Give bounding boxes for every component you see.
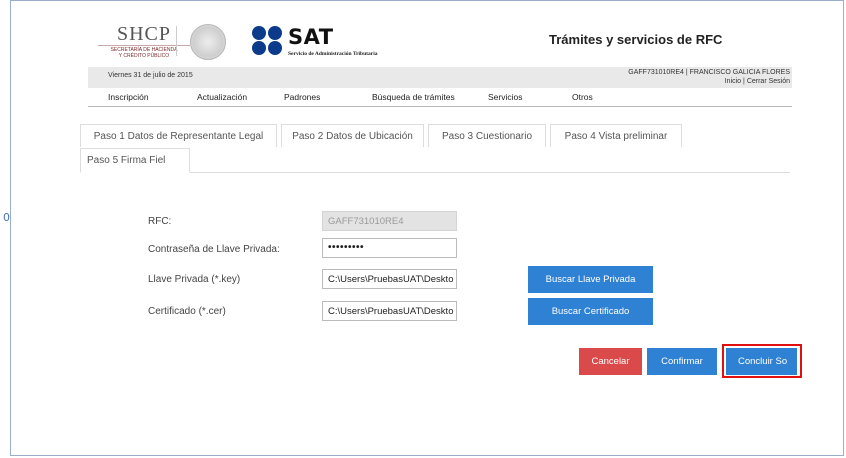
menu-item-actualizacion[interactable]: Actualización	[197, 92, 247, 102]
sat-dots-icon	[252, 26, 286, 56]
tab-baseline	[190, 172, 790, 173]
left-edge-mark: 0	[3, 211, 10, 224]
tab-paso-5[interactable]: Paso 5 Firma Fiel	[80, 148, 190, 173]
menu-item-busqueda-tramites[interactable]: Búsqueda de trámites	[372, 92, 455, 102]
info-bar: Viernes 31 de julio de 2015 GAFF731010RE…	[88, 67, 792, 88]
tab-paso-4[interactable]: Paso 4 Vista preliminar	[550, 124, 682, 147]
header: SHCP SECRETARÍA DE HACIENDA Y CRÉDITO PÚ…	[74, 14, 794, 64]
menu-item-otros[interactable]: Otros	[572, 92, 593, 102]
logo-divider	[176, 26, 177, 56]
home-link[interactable]: Inicio	[725, 78, 741, 85]
link-separator: |	[743, 78, 745, 85]
private-key-path-input[interactable]: C:\Users\PruebasUAT\Deskto	[322, 269, 457, 289]
conclude-highlight-box	[722, 344, 802, 378]
main-menu: Inscripción Actualización Padrones Búsqu…	[88, 89, 792, 107]
certificate-path-input[interactable]: C:\Users\PruebasUAT\Deskto	[322, 301, 457, 321]
confirm-button[interactable]: Confirmar	[647, 348, 717, 375]
rfc-label: RFC:	[148, 216, 172, 227]
shcp-logo: SHCP SECRETARÍA DE HACIENDA Y CRÉDITO PÚ…	[94, 24, 194, 59]
current-date: Viernes 31 de julio de 2015	[108, 72, 193, 79]
menu-item-inscripcion[interactable]: Inscripción	[108, 92, 149, 102]
tab-paso-1[interactable]: Paso 1 Datos de Representante Legal	[80, 124, 277, 147]
browse-private-key-button[interactable]: Buscar Llave Privada	[528, 266, 653, 293]
page-title: Trámites y servicios de RFC	[549, 32, 723, 47]
certificate-label: Certificado (*.cer)	[148, 306, 226, 317]
shcp-logo-subtitle-2: Y CRÉDITO PÚBLICO	[118, 53, 170, 59]
private-key-password-input[interactable]: •••••••••	[322, 238, 457, 258]
menu-item-servicios[interactable]: Servicios	[488, 92, 522, 102]
national-seal-icon	[190, 24, 226, 60]
tab-paso-2[interactable]: Paso 2 Datos de Ubicación	[281, 124, 424, 147]
rfc-field: GAFF731010RE4	[322, 211, 457, 231]
browse-certificate-button[interactable]: Buscar Certificado	[528, 298, 653, 325]
logout-link[interactable]: Cerrar Sesión	[747, 78, 790, 85]
menu-item-padrones[interactable]: Padrones	[284, 92, 320, 102]
user-links: Inicio | Cerrar Sesión	[725, 78, 790, 86]
user-identity: GAFF731010RE4 | FRANCISCO GALICIA FLORES	[628, 69, 790, 76]
cancel-button[interactable]: Cancelar	[579, 348, 642, 375]
password-label: Contraseña de Llave Privada:	[148, 244, 280, 255]
sat-logo-title: SAT	[288, 25, 334, 49]
private-key-label: Llave Privada (*.key)	[148, 274, 241, 285]
tab-paso-3[interactable]: Paso 3 Cuestionario	[428, 124, 546, 147]
sat-logo-subtitle: Servicio de Administración Tributaria	[288, 51, 378, 57]
shcp-logo-title: SHCP	[116, 23, 172, 45]
